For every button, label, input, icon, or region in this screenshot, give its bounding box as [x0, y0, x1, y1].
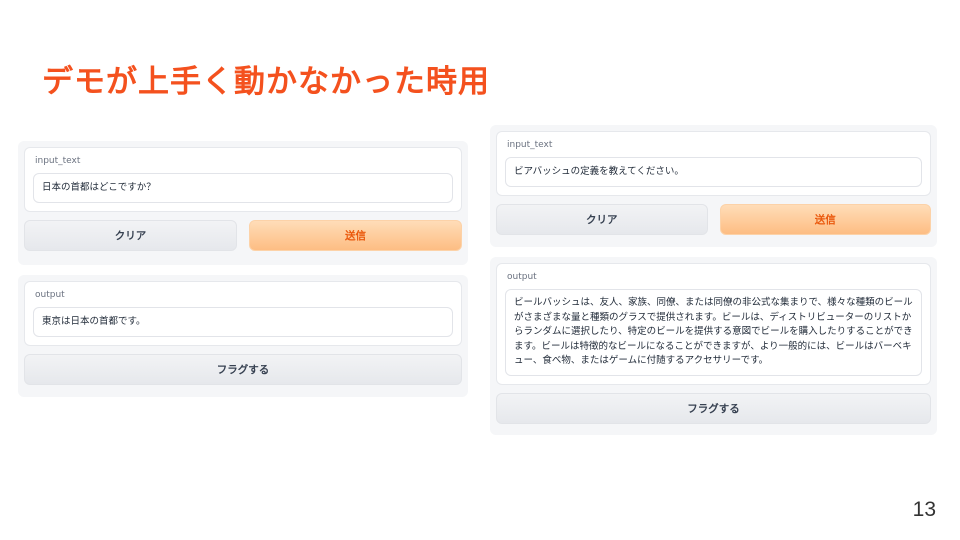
left-submit-button[interactable]: 送信: [249, 220, 462, 251]
right-button-row: クリア 送信: [496, 204, 931, 235]
page-number: 13: [912, 498, 936, 521]
left-input-label: input_text: [35, 156, 81, 166]
left-output-label: output: [35, 290, 65, 300]
left-output-card: output 東京は日本の首都です。: [24, 281, 462, 346]
left-flag-button[interactable]: フラグする: [24, 354, 462, 385]
right-input-field[interactable]: ビアバッシュの定義を教えてください。: [505, 157, 922, 187]
left-input-card: input_text 日本の首都はどこですか？: [24, 147, 462, 212]
right-output-panel: output ビールバッシュは、友人、家族、同僚、または同僚の非公式な集まりで、…: [490, 257, 937, 435]
right-clear-button[interactable]: クリア: [496, 204, 708, 235]
left-output-panel: output 東京は日本の首都です。 フラグする: [18, 275, 468, 397]
right-output-card: output ビールバッシュは、友人、家族、同僚、または同僚の非公式な集まりで、…: [496, 263, 931, 385]
left-input-panel: input_text 日本の首都はどこですか？ クリア 送信: [18, 141, 468, 265]
left-input-field[interactable]: 日本の首都はどこですか？: [33, 173, 453, 203]
right-input-label: input_text: [507, 140, 553, 150]
slide-title: デモが上手く動かなかった時用: [42, 64, 490, 100]
left-output-field: 東京は日本の首都です。: [33, 307, 453, 337]
right-output-label: output: [507, 272, 537, 282]
right-input-card: input_text ビアバッシュの定義を教えてください。: [496, 131, 931, 196]
right-output-field: ビールバッシュは、友人、家族、同僚、または同僚の非公式な集まりで、様々な種類のビ…: [505, 289, 922, 376]
right-flag-button[interactable]: フラグする: [496, 392, 931, 424]
left-button-row: クリア 送信: [24, 220, 462, 251]
left-clear-button[interactable]: クリア: [24, 220, 237, 251]
right-input-panel: input_text ビアバッシュの定義を教えてください。 クリア 送信: [490, 125, 937, 247]
right-submit-button[interactable]: 送信: [719, 204, 931, 235]
